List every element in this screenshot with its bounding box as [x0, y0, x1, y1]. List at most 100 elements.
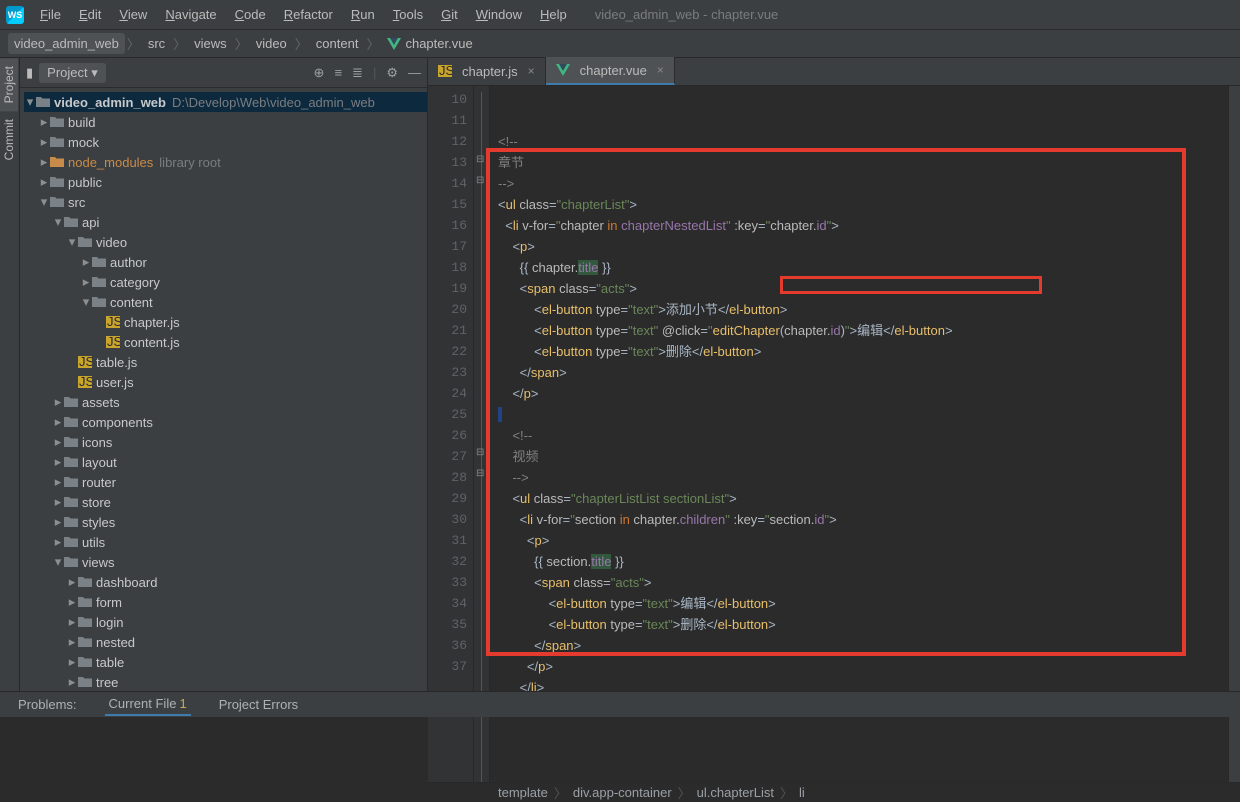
side-tab-commit[interactable]: Commit	[0, 111, 18, 168]
status-current-file[interactable]: Current File1	[105, 693, 191, 716]
editor-breadcrumb[interactable]: template〉div.app-container〉ul.chapterLis…	[428, 782, 1240, 802]
collapse-all-icon[interactable]: ≣	[352, 65, 363, 81]
tree-item[interactable]: ▸store	[24, 492, 427, 512]
editor-crumb-item[interactable]: ul.chapterList	[697, 785, 774, 800]
tree-item[interactable]: ▸router	[24, 472, 427, 492]
code-line[interactable]: <span class="acts">	[498, 278, 1228, 299]
tree-item[interactable]: ▸build	[24, 112, 427, 132]
editor-tab[interactable]: JSchapter.js×	[428, 57, 546, 85]
side-tab-project[interactable]: Project	[0, 58, 18, 111]
editor-crumb-item[interactable]: div.app-container	[573, 785, 672, 800]
menu-run[interactable]: Run	[343, 3, 383, 26]
tree-item[interactable]: JScontent.js	[24, 332, 427, 352]
breadcrumb-item[interactable]: src	[142, 33, 171, 54]
code-line[interactable]: -->	[498, 467, 1228, 488]
menu-help[interactable]: Help	[532, 3, 575, 26]
menu-code[interactable]: Code	[227, 3, 274, 26]
tree-item[interactable]: ▸public	[24, 172, 427, 192]
editor-tabs: JSchapter.js×chapter.vue×	[428, 58, 1240, 86]
menu-tools[interactable]: Tools	[385, 3, 431, 26]
fold-strip[interactable]: ⊟ ⊟ ⊟ ⊟	[474, 86, 490, 782]
tree-item[interactable]: ▸tree	[24, 672, 427, 691]
breadcrumb-item[interactable]: views	[188, 33, 233, 54]
settings-gear-icon[interactable]: ⚙	[386, 65, 398, 81]
code-line[interactable]: </p>	[498, 383, 1228, 404]
tree-item[interactable]: ▸form	[24, 592, 427, 612]
project-tree[interactable]: ▾video_admin_webD:\Develop\Web\video_adm…	[20, 88, 427, 691]
tree-item[interactable]: JStable.js	[24, 352, 427, 372]
code-line[interactable]: <ul class="chapterListList sectionList">	[498, 488, 1228, 509]
code-line[interactable]: -->	[498, 173, 1228, 194]
code-line[interactable]: </p>	[498, 656, 1228, 677]
menu-edit[interactable]: Edit	[71, 3, 109, 26]
code-line[interactable]: <span class="acts">	[498, 572, 1228, 593]
tree-root[interactable]: ▾video_admin_webD:\Develop\Web\video_adm…	[24, 92, 427, 112]
code-line[interactable]: </span>	[498, 362, 1228, 383]
code-line[interactable]: {{ chapter.title }}	[498, 257, 1228, 278]
breadcrumb-item[interactable]: video	[250, 33, 293, 54]
code-line[interactable]: <!--	[498, 131, 1228, 152]
code-line[interactable]: <el-button type="text" @click="editChapt…	[498, 320, 1228, 341]
line-gutter[interactable]: 1011121314151617181920212223242526272829…	[428, 86, 474, 782]
project-title-dropdown[interactable]: Project ▾	[39, 63, 106, 83]
code-area[interactable]: <!--章节--><ul class="chapterList"> <li v-…	[490, 86, 1228, 782]
code-line[interactable]: </span>	[498, 635, 1228, 656]
code-line[interactable]: 章节	[498, 152, 1228, 173]
tree-item[interactable]: ▸layout	[24, 452, 427, 472]
menu-navigate[interactable]: Navigate	[157, 3, 224, 26]
close-icon[interactable]: ×	[528, 64, 535, 78]
breadcrumb-item[interactable]: content	[310, 33, 365, 54]
editor-tab[interactable]: chapter.vue×	[546, 57, 675, 85]
tree-item[interactable]: ▸dashboard	[24, 572, 427, 592]
code-line[interactable]: <el-button type="text">添加小节</el-button>	[498, 299, 1228, 320]
tree-item[interactable]: ▸components	[24, 412, 427, 432]
tree-item[interactable]: JSuser.js	[24, 372, 427, 392]
menu-file[interactable]: File	[32, 3, 69, 26]
breadcrumb-item[interactable]: video_admin_web	[8, 33, 125, 54]
chevron-right-icon: 〉	[366, 34, 379, 53]
expand-all-icon[interactable]: ≡	[334, 65, 342, 81]
code-line[interactable]: <el-button type="text">删除</el-button>	[498, 341, 1228, 362]
tree-item[interactable]: ▸table	[24, 652, 427, 672]
code-line[interactable]: <li v-for="section in chapter.children" …	[498, 509, 1228, 530]
tree-item[interactable]: ▸utils	[24, 532, 427, 552]
menu-view[interactable]: View	[111, 3, 155, 26]
code-line[interactable]: <el-button type="text">删除</el-button>	[498, 614, 1228, 635]
code-line[interactable]: <!--	[498, 425, 1228, 446]
tree-item[interactable]: ▸author	[24, 252, 427, 272]
menu-refactor[interactable]: Refactor	[276, 3, 341, 26]
code-line[interactable]: <p>	[498, 530, 1228, 551]
tree-item[interactable]: ▾api	[24, 212, 427, 232]
menu-window[interactable]: Window	[468, 3, 530, 26]
tree-item[interactable]: JSchapter.js	[24, 312, 427, 332]
tree-item[interactable]: ▸assets	[24, 392, 427, 412]
tree-item[interactable]: ▸nested	[24, 632, 427, 652]
select-opened-file-icon[interactable]: ⊕	[314, 65, 325, 81]
tree-item[interactable]: ▸category	[24, 272, 427, 292]
status-project-errors[interactable]: Project Errors	[215, 694, 302, 715]
svg-text:JS: JS	[107, 336, 120, 348]
tree-item[interactable]: ▸login	[24, 612, 427, 632]
tree-item[interactable]: ▾src	[24, 192, 427, 212]
tree-item[interactable]: ▸mock	[24, 132, 427, 152]
editor-crumb-item[interactable]: template	[498, 785, 548, 800]
breadcrumb-item[interactable]: chapter.vue	[381, 33, 478, 54]
code-line[interactable]: <li v-for="chapter in chapterNestedList"…	[498, 215, 1228, 236]
menu-git[interactable]: Git	[433, 3, 466, 26]
tree-item[interactable]: ▸styles	[24, 512, 427, 532]
close-icon[interactable]: ×	[657, 63, 664, 77]
code-line[interactable]: 视频	[498, 446, 1228, 467]
code-line[interactable]	[498, 404, 1228, 425]
code-line[interactable]: <p>	[498, 236, 1228, 257]
tree-item[interactable]: ▾video	[24, 232, 427, 252]
tree-item[interactable]: ▸node_moduleslibrary root	[24, 152, 427, 172]
editor-crumb-item[interactable]: li	[799, 785, 805, 800]
hide-toolwindow-icon[interactable]: —	[408, 65, 421, 81]
status-problems[interactable]: Problems:	[14, 694, 81, 715]
tree-item[interactable]: ▾views	[24, 552, 427, 572]
tree-item[interactable]: ▾content	[24, 292, 427, 312]
code-line[interactable]: <el-button type="text">编辑</el-button>	[498, 593, 1228, 614]
tree-item[interactable]: ▸icons	[24, 432, 427, 452]
code-line[interactable]: {{ section.title }}	[498, 551, 1228, 572]
code-line[interactable]: <ul class="chapterList">	[498, 194, 1228, 215]
